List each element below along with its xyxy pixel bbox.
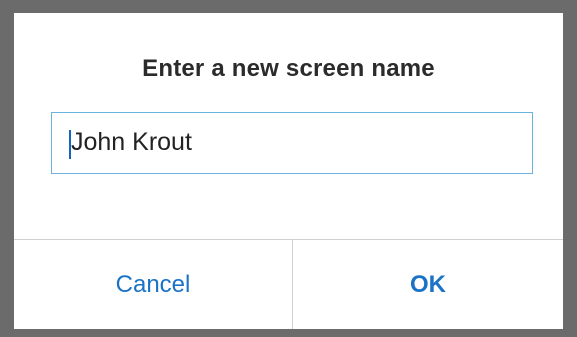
dialog-title: Enter a new screen name (142, 55, 435, 82)
screen-frame: Enter a new screen name John Krout Cance… (0, 0, 577, 337)
ok-button[interactable]: OK (293, 240, 563, 329)
screen-name-value: John Krout (71, 128, 192, 156)
rename-dialog: Enter a new screen name John Krout Cance… (14, 13, 563, 329)
cancel-button[interactable]: Cancel (14, 240, 292, 329)
screen-name-input[interactable]: John Krout (51, 112, 533, 174)
